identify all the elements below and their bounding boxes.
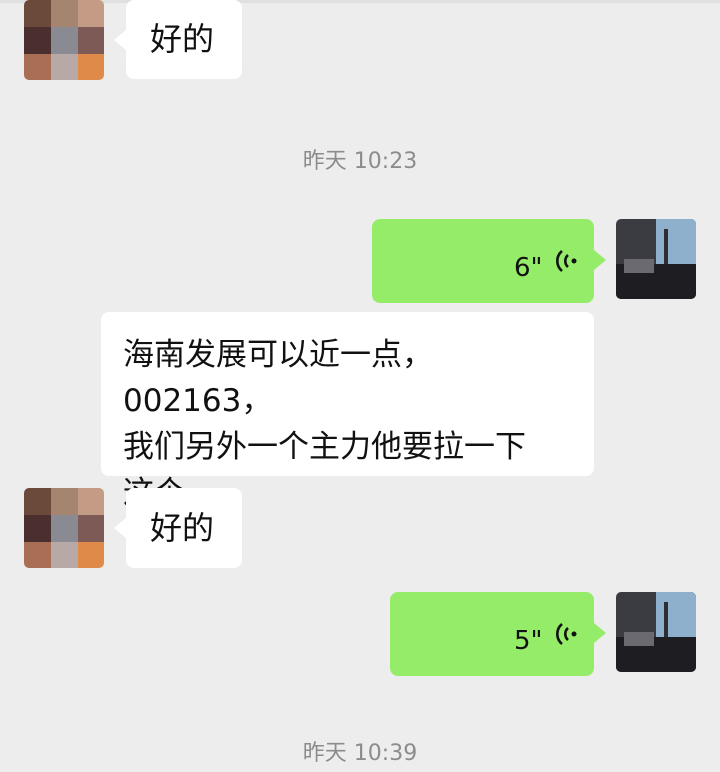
message-text: 好的	[150, 509, 215, 547]
voice-wave-icon	[556, 250, 577, 272]
contact-avatar[interactable]	[24, 488, 104, 568]
message-text: 好的	[150, 20, 215, 58]
bubble-tail	[594, 250, 606, 270]
incoming-message-bubble[interactable]: 海南发展可以近一点，002163， 我们另外一个主力他要拉一下 这个。	[101, 312, 594, 511]
voice-duration: 5"	[514, 626, 543, 656]
contact-avatar[interactable]	[24, 0, 104, 80]
my-avatar[interactable]	[616, 592, 696, 672]
timestamp: 昨天 10:39	[302, 741, 418, 766]
bubble-tail	[594, 623, 606, 643]
incoming-message-bubble[interactable]: 好的	[126, 488, 242, 568]
outgoing-voice-bubble[interactable]: 5"	[390, 592, 594, 676]
bubble-tail	[114, 518, 126, 538]
incoming-message-bubble[interactable]: 好的	[126, 0, 242, 79]
message-line: 我们另外一个主力他要拉一下	[123, 429, 526, 465]
bubble-tail	[114, 30, 126, 50]
top-divider	[0, 0, 720, 3]
voice-wave-icon	[556, 623, 577, 645]
outgoing-voice-bubble[interactable]: 6"	[372, 219, 594, 303]
message-line: 海南发展可以近一点，002163，	[123, 337, 433, 419]
my-avatar[interactable]	[616, 219, 696, 299]
timestamp: 昨天 10:23	[302, 149, 418, 174]
voice-duration: 6"	[514, 253, 543, 283]
